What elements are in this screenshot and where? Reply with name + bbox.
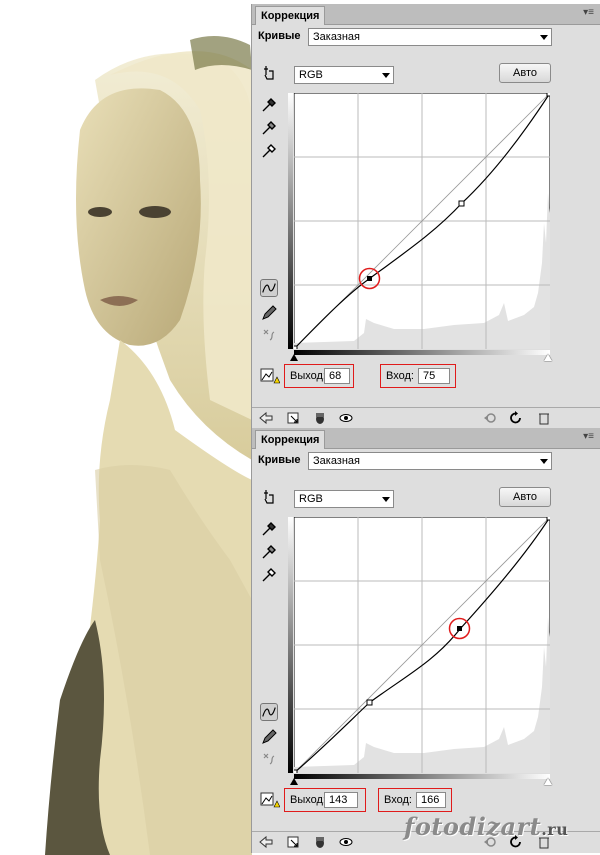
eye-icon[interactable] — [338, 411, 354, 425]
eyedropper-black-icon[interactable] — [260, 96, 278, 114]
clip-layer-icon[interactable] — [286, 835, 302, 849]
auto-button[interactable]: Авто — [499, 63, 551, 83]
visibility-icon[interactable] — [312, 411, 328, 425]
curve-graph[interactable] — [294, 517, 550, 773]
output-field[interactable]: 143 — [324, 792, 358, 808]
panel-menu-icon[interactable]: ▾≡ — [583, 8, 594, 18]
output-label: Выход: — [290, 370, 326, 382]
output-label: Выход: — [290, 794, 326, 806]
output-group: Выход: 143 — [284, 788, 366, 812]
tab-corrections[interactable]: Коррекция — [255, 6, 326, 25]
panel-tabbar: Коррекция ▾≡ — [252, 428, 600, 449]
clipping-warning-icon[interactable] — [260, 368, 280, 384]
channel-select[interactable]: RGB — [294, 490, 394, 508]
pencil-tool-icon[interactable] — [260, 728, 278, 746]
curve-tool-icon[interactable] — [260, 703, 278, 721]
corrections-panel-2: Коррекция ▾≡ Кривые Заказная RGB Авто Вы… — [251, 428, 600, 853]
input-group: Вход: 75 — [380, 364, 456, 388]
auto-button[interactable]: Авто — [499, 487, 551, 507]
back-arrow-icon[interactable] — [258, 835, 274, 849]
view-previous-icon[interactable] — [482, 411, 498, 425]
input-gradient-bar — [294, 350, 550, 355]
smooth-icon[interactable] — [260, 750, 278, 768]
corrections-panel-1: Коррекция ▾≡ Кривые Заказная RGB Авто Вы… — [251, 4, 600, 429]
curve-tool-icon[interactable] — [260, 279, 278, 297]
channel-value: RGB — [299, 493, 323, 505]
clipping-warning-icon[interactable] — [260, 792, 280, 808]
output-gradient-bar — [288, 93, 293, 349]
eye-icon[interactable] — [338, 835, 354, 849]
clip-layer-icon[interactable] — [286, 411, 302, 425]
channel-value: RGB — [299, 69, 323, 81]
output-group: Выход: 68 — [284, 364, 354, 388]
eyedropper-black-icon[interactable] — [260, 520, 278, 538]
white-point-slider[interactable] — [544, 354, 552, 361]
black-point-slider[interactable] — [290, 778, 298, 785]
panel-bottom-toolbar — [252, 407, 600, 429]
smooth-icon[interactable] — [260, 326, 278, 344]
input-gradient-bar — [294, 774, 550, 779]
chevron-down-icon — [540, 35, 548, 40]
trash-icon[interactable] — [536, 411, 552, 425]
site-watermark: fotodizart.ru — [404, 812, 568, 841]
input-field[interactable]: 166 — [416, 792, 446, 808]
output-field[interactable]: 68 — [324, 368, 350, 384]
target-adjust-icon[interactable] — [260, 488, 278, 506]
eyedropper-gray-icon[interactable] — [260, 119, 278, 137]
eyedropper-white-icon[interactable] — [260, 142, 278, 160]
input-group: Вход: 166 — [378, 788, 452, 812]
input-label: Вход: — [384, 794, 412, 806]
visibility-icon[interactable] — [312, 835, 328, 849]
white-point-slider[interactable] — [544, 778, 552, 785]
reset-icon[interactable] — [508, 411, 524, 425]
preset-value: Заказная — [313, 31, 361, 43]
output-gradient-bar — [288, 517, 293, 773]
chevron-down-icon — [540, 459, 548, 464]
back-arrow-icon[interactable] — [258, 411, 274, 425]
curve-graph[interactable] — [294, 93, 550, 349]
chevron-down-icon — [382, 497, 390, 502]
preset-label: Кривые — [258, 30, 301, 42]
preset-value: Заказная — [313, 455, 361, 467]
input-label: Вход: — [386, 370, 414, 382]
tab-corrections[interactable]: Коррекция — [255, 430, 326, 449]
panel-tabbar: Коррекция ▾≡ — [252, 4, 600, 25]
eyedropper-gray-icon[interactable] — [260, 543, 278, 561]
input-field[interactable]: 75 — [418, 368, 450, 384]
preset-label: Кривые — [258, 454, 301, 466]
target-adjust-icon[interactable] — [260, 64, 278, 82]
watermark-main: fotodizart — [404, 812, 542, 841]
chevron-down-icon — [382, 73, 390, 78]
eyedropper-white-icon[interactable] — [260, 566, 278, 584]
photo-background — [0, 0, 252, 855]
panel-menu-icon[interactable]: ▾≡ — [583, 432, 594, 442]
preset-select[interactable]: Заказная — [308, 452, 552, 470]
watermark-suffix: .ru — [541, 820, 569, 839]
black-point-slider[interactable] — [290, 354, 298, 361]
preset-select[interactable]: Заказная — [308, 28, 552, 46]
pencil-tool-icon[interactable] — [260, 304, 278, 322]
channel-select[interactable]: RGB — [294, 66, 394, 84]
